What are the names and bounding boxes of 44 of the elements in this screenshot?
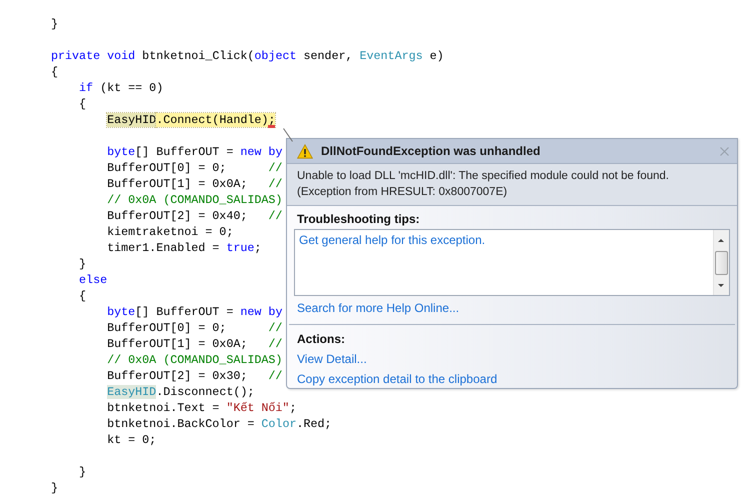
action-link[interactable]: Copy exception detail to the clipboard — [294, 371, 498, 387]
code-line: { — [79, 288, 86, 304]
code-line: EasyHID.Disconnect(); — [107, 384, 254, 400]
code-line: BufferOUT[1] = 0x0A; // — [107, 336, 282, 352]
code-line: EasyHID.Connect(Handle); — [107, 112, 276, 128]
code-line: BufferOUT[0] = 0; // — [107, 320, 282, 336]
scroll-thumb[interactable] — [715, 251, 728, 275]
scroll-up-icon[interactable] — [718, 239, 724, 242]
code-line: // 0x0A (COMANDO_SALIDAS) — [107, 352, 282, 368]
popup-title: DllNotFoundException was unhandled — [321, 144, 542, 158]
section-heading: Troubleshooting tips: — [296, 211, 420, 227]
leader-line — [283, 128, 293, 142]
error-message: Unable to load DLL 'mcHID.dll': The specified module could not be found. — [297, 169, 669, 184]
scroll-down-icon[interactable] — [718, 284, 724, 287]
code-line: BufferOUT[1] = 0x0A; // — [107, 176, 282, 192]
code-line: BufferOUT[2] = 0x40; // — [107, 208, 282, 224]
code-line: { — [79, 96, 86, 112]
error-marker — [268, 125, 276, 128]
code-line: BufferOUT[2] = 0x30; // — [107, 368, 282, 384]
action-link[interactable]: View Detail... — [294, 351, 367, 367]
warning-icon — [297, 144, 313, 158]
code-line: if (kt == 0) — [79, 80, 164, 96]
code-line: private void btnketnoi_Click(object sender, EventArgs e) — [51, 48, 444, 64]
code-line: } — [51, 480, 58, 496]
code-line: { — [51, 64, 58, 80]
help-link[interactable]: Search for more Help Online... — [294, 300, 460, 316]
code-line: else — [79, 272, 108, 288]
code-line: } — [51, 16, 58, 32]
section-heading: Actions: — [296, 331, 345, 347]
code-line: BufferOUT[0] = 0; // — [107, 160, 282, 176]
code-line: } — [79, 464, 86, 480]
scrollbar[interactable] — [713, 230, 729, 295]
code-line: byte[] BufferOUT = new by — [107, 144, 282, 160]
code-line: kiemtraketnoi = 0; — [107, 224, 234, 240]
help-link[interactable]: Get general help for this exception. — [299, 232, 486, 248]
code-line: } — [79, 256, 86, 272]
code-line: // 0x0A (COMANDO_SALIDAS) — [107, 192, 282, 208]
code-line: btnketnoi.Text = "Kết Nối"; — [107, 400, 296, 416]
code-line: btnketnoi.BackColor = Color.Red; — [107, 416, 332, 432]
code-line: timer1.Enabled = true; — [107, 240, 262, 256]
error-message: (Exception from HRESULT: 0x8007007E) — [297, 185, 508, 200]
code-line: kt = 0; — [107, 432, 156, 448]
code-line: byte[] BufferOUT = new by — [107, 304, 282, 320]
close-icon[interactable] — [720, 146, 729, 156]
